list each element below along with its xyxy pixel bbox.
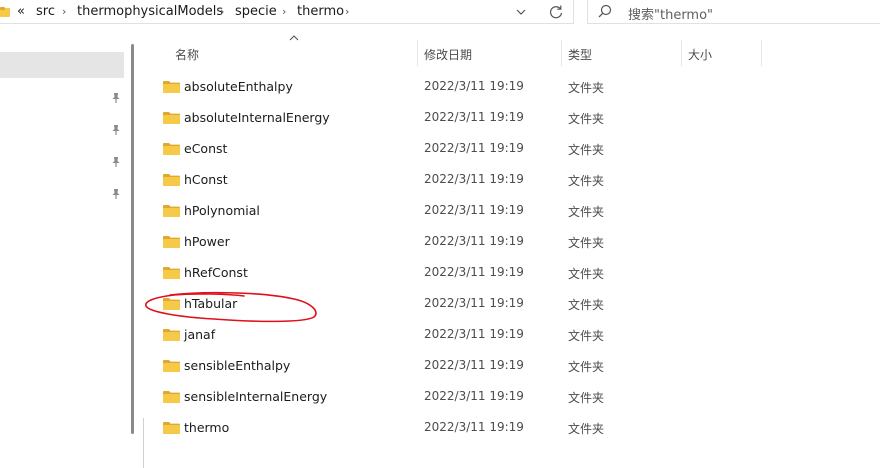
file-row-hPower[interactable]: hPower 2022/3/11 19:19 文件夹 <box>143 226 763 257</box>
sort-ascending-icon <box>289 35 299 41</box>
file-name: sensibleEnthalpy <box>184 358 291 373</box>
folder-icon <box>163 174 180 186</box>
file-date: 2022/3/11 19:19 <box>424 79 524 93</box>
file-type: 文件夹 <box>568 236 605 250</box>
file-type: 文件夹 <box>568 112 605 126</box>
nav-item-selected[interactable] <box>0 52 124 78</box>
breadcrumb-separator[interactable]: › <box>220 5 224 18</box>
folder-icon <box>163 360 180 372</box>
file-type: 文件夹 <box>568 267 605 281</box>
pin-icon[interactable] <box>110 156 122 168</box>
file-date: 2022/3/11 19:19 <box>424 358 524 372</box>
file-name: hPolynomial <box>184 203 260 218</box>
column-header-size[interactable]: 大小 <box>688 46 712 63</box>
file-type: 文件夹 <box>568 143 605 157</box>
address-bar[interactable]: « src › thermophysicalModels › specie › … <box>0 0 574 24</box>
file-name: hRefConst <box>184 265 248 280</box>
file-date: 2022/3/11 19:19 <box>424 420 524 434</box>
file-type: 文件夹 <box>568 81 605 95</box>
file-date: 2022/3/11 19:19 <box>424 327 524 341</box>
search-box[interactable]: 搜索"thermo" <box>587 0 880 24</box>
refresh-icon[interactable] <box>546 3 566 21</box>
folder-icon <box>163 422 180 434</box>
file-name: eConst <box>184 141 228 156</box>
file-name: absoluteInternalEnergy <box>184 110 330 125</box>
folder-icon <box>163 205 180 217</box>
file-type: 文件夹 <box>568 205 605 219</box>
file-date: 2022/3/11 19:19 <box>424 265 524 279</box>
file-type: 文件夹 <box>568 391 605 405</box>
pin-icon[interactable] <box>110 124 122 136</box>
folder-icon <box>163 112 180 124</box>
file-name: hConst <box>184 172 228 187</box>
file-date: 2022/3/11 19:19 <box>424 172 524 186</box>
file-type: 文件夹 <box>568 329 605 343</box>
column-header-name[interactable]: 名称 <box>175 46 199 63</box>
file-row-absoluteInternalEnergy[interactable]: absoluteInternalEnergy 2022/3/11 19:19 文… <box>143 102 763 133</box>
file-name: absoluteEnthalpy <box>184 79 293 94</box>
file-date: 2022/3/11 19:19 <box>424 296 524 310</box>
breadcrumb-src[interactable]: src <box>36 4 55 19</box>
file-row-absoluteEnthalpy[interactable]: absoluteEnthalpy 2022/3/11 19:19 文件夹 <box>143 71 763 102</box>
file-date: 2022/3/11 19:19 <box>424 141 524 155</box>
breadcrumb-thermophysicalmodels[interactable]: thermophysicalModels <box>77 4 223 19</box>
folder-icon <box>163 81 180 93</box>
column-divider[interactable] <box>681 40 682 66</box>
file-row-hRefConst[interactable]: hRefConst 2022/3/11 19:19 文件夹 <box>143 257 763 288</box>
pin-icon[interactable] <box>110 188 122 200</box>
breadcrumb-separator[interactable]: › <box>282 5 286 18</box>
file-type: 文件夹 <box>568 298 605 312</box>
column-header-type[interactable]: 类型 <box>568 46 592 63</box>
column-divider[interactable] <box>761 40 762 66</box>
folder-icon <box>0 7 10 17</box>
breadcrumb-separator[interactable]: › <box>62 5 66 18</box>
column-header-row: 名称 修改日期 类型 大小 <box>143 35 880 68</box>
file-date: 2022/3/11 19:19 <box>424 389 524 403</box>
nav-scrollbar[interactable] <box>131 44 134 434</box>
breadcrumb-specie[interactable]: specie <box>235 4 277 19</box>
folder-icon <box>163 391 180 403</box>
pin-icon[interactable] <box>110 92 122 104</box>
red-annotation-circle <box>145 291 317 323</box>
column-header-date[interactable]: 修改日期 <box>424 46 472 63</box>
navigation-pane <box>0 36 140 468</box>
file-name: sensibleInternalEnergy <box>184 389 328 404</box>
breadcrumb-separator[interactable]: › <box>345 5 349 18</box>
file-row-thermo[interactable]: thermo 2022/3/11 19:19 文件夹 <box>143 412 763 443</box>
breadcrumb-thermo[interactable]: thermo <box>297 4 344 19</box>
file-date: 2022/3/11 19:19 <box>424 203 524 217</box>
file-type: 文件夹 <box>568 360 605 374</box>
file-name: thermo <box>184 420 230 435</box>
folder-icon <box>163 267 180 279</box>
folder-icon <box>163 236 180 248</box>
file-name: hPower <box>184 234 230 249</box>
file-name: janaf <box>184 327 216 342</box>
breadcrumb-overflow[interactable]: « <box>17 4 25 19</box>
search-icon <box>598 4 612 18</box>
folder-icon <box>163 329 180 341</box>
chevron-down-icon[interactable] <box>512 3 530 21</box>
file-row-sensibleEnthalpy[interactable]: sensibleEnthalpy 2022/3/11 19:19 文件夹 <box>143 350 763 381</box>
folder-icon <box>163 143 180 155</box>
column-divider[interactable] <box>417 40 418 66</box>
file-row-eConst[interactable]: eConst 2022/3/11 19:19 文件夹 <box>143 133 763 164</box>
file-date: 2022/3/11 19:19 <box>424 110 524 124</box>
file-type: 文件夹 <box>568 174 605 188</box>
column-divider[interactable] <box>561 40 562 66</box>
file-row-hConst[interactable]: hConst 2022/3/11 19:19 文件夹 <box>143 164 763 195</box>
file-type: 文件夹 <box>568 422 605 436</box>
file-date: 2022/3/11 19:19 <box>424 234 524 248</box>
search-input[interactable]: 搜索"thermo" <box>628 4 713 23</box>
file-row-hPolynomial[interactable]: hPolynomial 2022/3/11 19:19 文件夹 <box>143 195 763 226</box>
file-row-sensibleInternalEnergy[interactable]: sensibleInternalEnergy 2022/3/11 19:19 文… <box>143 381 763 412</box>
